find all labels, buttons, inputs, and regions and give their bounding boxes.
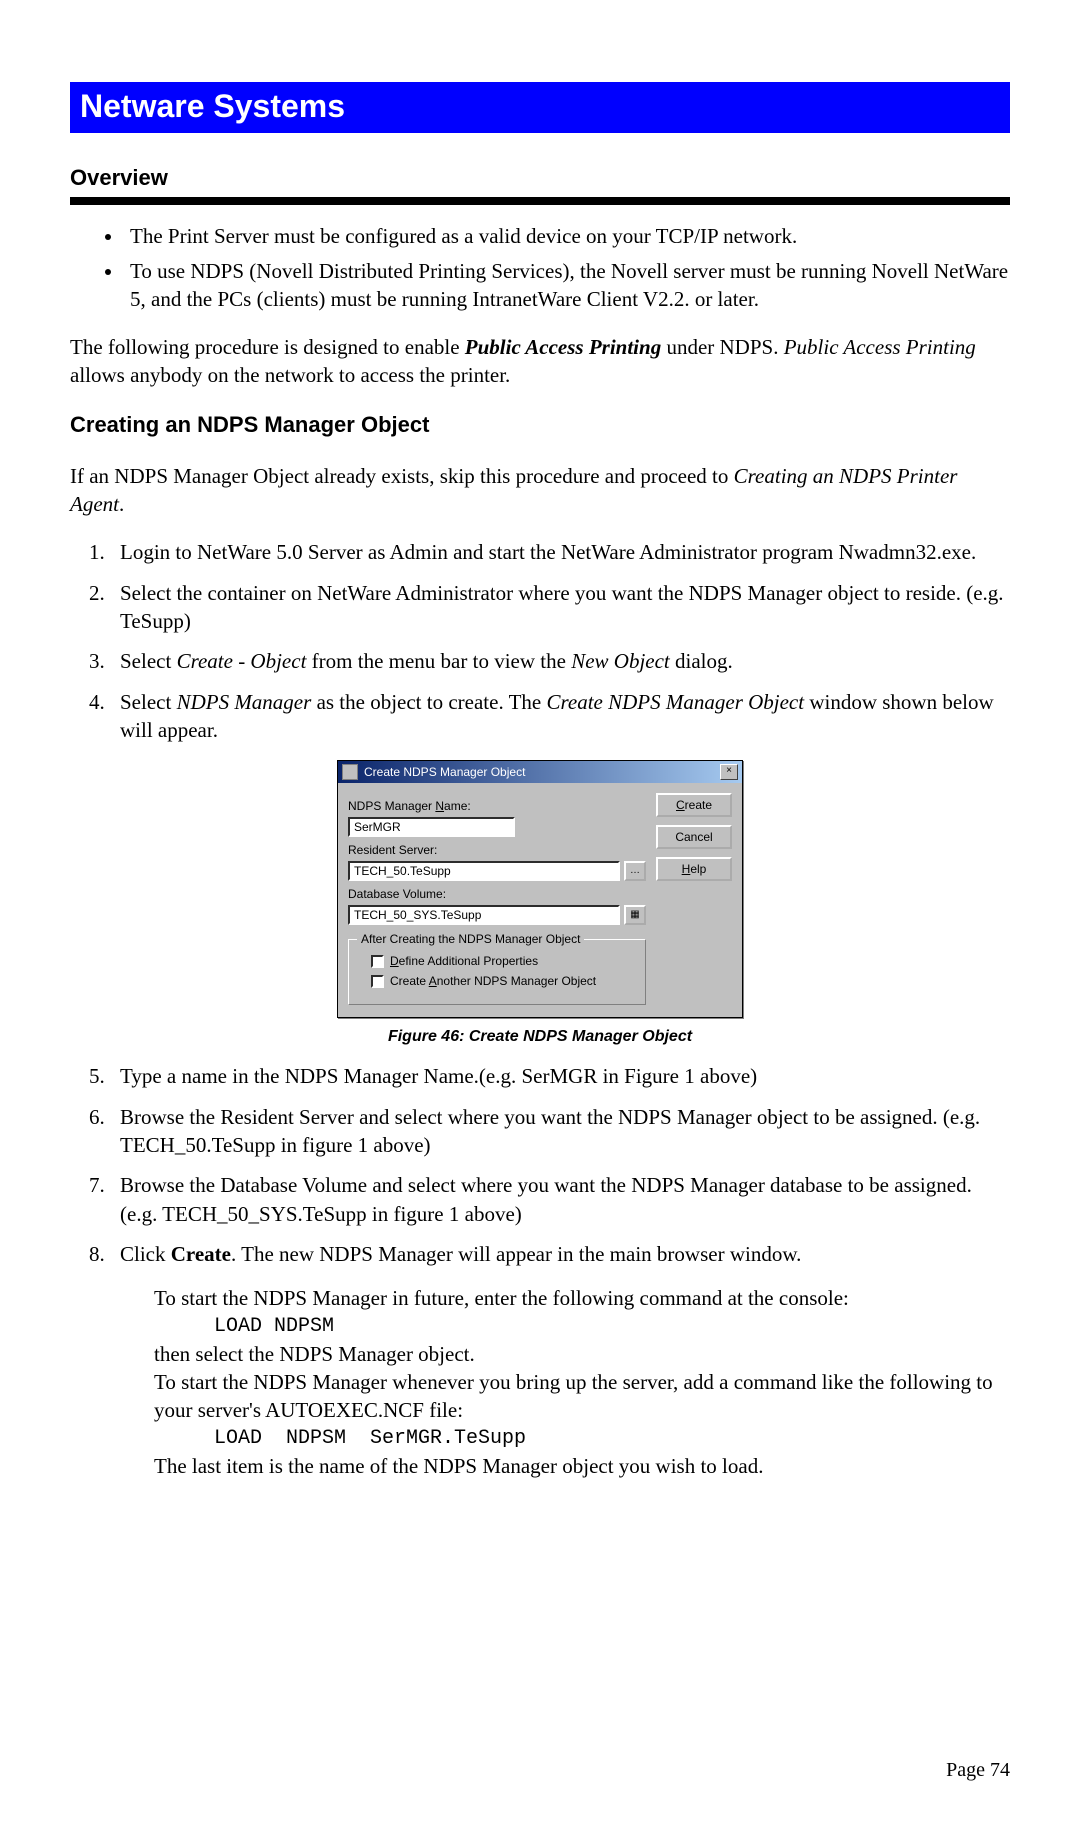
text-line: To start the NDPS Manager whenever you b… — [154, 1368, 1010, 1425]
titlebar-left: Create NDPS Manager Object — [342, 764, 525, 780]
label-manager-name: NDPS Manager Name: — [348, 799, 646, 813]
browse-server-button[interactable]: … — [624, 861, 646, 881]
cancel-button[interactable]: Cancel — [656, 825, 732, 849]
after-creation-groupbox: Define Additional Properties Create Anot… — [348, 939, 646, 1005]
emphasis-text: Create - Object — [177, 649, 307, 673]
emphasis-text: Public Access Printing — [465, 335, 661, 359]
app-icon — [342, 764, 358, 780]
section-banner: Netware Systems — [70, 82, 1010, 133]
step-item: Browse the Database Volume and select wh… — [110, 1171, 1010, 1228]
resident-server-input[interactable] — [348, 861, 620, 881]
dialog-titlebar[interactable]: Create NDPS Manager Object × — [338, 761, 742, 783]
overview-paragraph: The following procedure is designed to e… — [70, 333, 1010, 390]
subsection-heading: Creating an NDPS Manager Object — [70, 412, 1010, 438]
text-fragment: Select — [120, 649, 177, 673]
text-fragment: under NDPS. — [661, 335, 784, 359]
text-fragment: reate — [685, 798, 712, 812]
procedure-steps-continued: Type a name in the NDPS Manager Name.(e.… — [70, 1062, 1010, 1268]
text-line: The last item is the name of the NDPS Ma… — [154, 1452, 1010, 1480]
text-fragment: . The new NDPS Manager will appear in th… — [231, 1242, 801, 1266]
database-volume-input[interactable] — [348, 905, 620, 925]
text-fragment: . — [119, 492, 124, 516]
accelerator-char: D — [390, 954, 399, 968]
step-item: Login to NetWare 5.0 Server as Admin and… — [110, 538, 1010, 566]
accelerator-char: A — [429, 974, 437, 988]
step-item: Click Create. The new NDPS Manager will … — [110, 1240, 1010, 1268]
text-fragment: nother NDPS Manager Object — [437, 974, 596, 988]
console-command: LOAD NDPSM SerMGR.TeSupp — [214, 1425, 1010, 1452]
emphasis-text: Create NDPS Manager Object — [547, 690, 805, 714]
text-line: then select the NDPS Manager object. — [154, 1340, 1010, 1368]
text-fragment: ame: — [444, 799, 471, 813]
label-resident-server: Resident Server: — [348, 843, 646, 857]
step-item: Type a name in the NDPS Manager Name.(e.… — [110, 1062, 1010, 1090]
bold-text: Create — [171, 1242, 231, 1266]
dialog-body: NDPS Manager Name: Resident Server: … Da… — [338, 783, 742, 1017]
text-fragment: as the object to create. The — [311, 690, 546, 714]
console-command: LOAD NDPSM — [214, 1313, 1010, 1340]
text-fragment: from the menu bar to view the — [306, 649, 571, 673]
overview-heading: Overview — [70, 165, 1010, 191]
text-fragment: If an NDPS Manager Object already exists… — [70, 464, 734, 488]
create-another-checkbox-row[interactable]: Create Another NDPS Manager Object — [371, 974, 635, 988]
dialog-title: Create NDPS Manager Object — [362, 765, 525, 779]
create-button[interactable]: Create — [656, 793, 732, 817]
step-item: Select Create - Object from the menu bar… — [110, 647, 1010, 675]
checkbox-icon[interactable] — [371, 975, 384, 988]
text-fragment: efine Additional Properties — [399, 954, 538, 968]
post-steps-block: To start the NDPS Manager in future, ent… — [154, 1284, 1010, 1480]
text-fragment: Click — [120, 1242, 171, 1266]
page-number: Page 74 — [946, 1759, 1010, 1782]
list-item: The Print Server must be configured as a… — [124, 223, 1010, 250]
text-fragment: Create — [390, 974, 429, 988]
manager-name-input[interactable] — [348, 817, 515, 837]
text-line: To start the NDPS Manager in future, ent… — [154, 1284, 1010, 1312]
label-database-volume: Database Volume: — [348, 887, 646, 901]
text-fragment: Select — [120, 690, 177, 714]
heading-rule — [70, 197, 1010, 205]
procedure-steps: Login to NetWare 5.0 Server as Admin and… — [70, 538, 1010, 744]
text-fragment: The following procedure is designed to e… — [70, 335, 465, 359]
text-fragment: dialog. — [670, 649, 733, 673]
dialog-left-column: NDPS Manager Name: Resident Server: … Da… — [348, 793, 646, 1005]
server-row: … — [348, 861, 646, 881]
emphasis-text: NDPS Manager — [177, 690, 312, 714]
accelerator-char: C — [676, 798, 685, 812]
list-item: To use NDPS (Novell Distributed Printing… — [124, 258, 1010, 313]
text-fragment: NDPS Manager — [348, 799, 435, 813]
emphasis-text: New Object — [571, 649, 670, 673]
overview-bullet-list: The Print Server must be configured as a… — [70, 223, 1010, 313]
step-item: Browse the Resident Server and select wh… — [110, 1103, 1010, 1160]
help-button[interactable]: Help — [656, 857, 732, 881]
dialog-right-column: Create Cancel Help — [656, 793, 732, 1005]
step-item: Select NDPS Manager as the object to cre… — [110, 688, 1010, 745]
step-item: Select the container on NetWare Administ… — [110, 579, 1010, 636]
text-fragment: elp — [690, 862, 706, 876]
document-page: Netware Systems Overview The Print Serve… — [0, 0, 1080, 1822]
dialog-create-ndps-manager: Create NDPS Manager Object × NDPS Manage… — [337, 760, 743, 1018]
emphasis-text: Public Access Printing — [784, 335, 976, 359]
figure-wrapper: Create NDPS Manager Object × NDPS Manage… — [70, 760, 1010, 1018]
checkbox-label: Define Additional Properties — [390, 954, 538, 968]
intro-paragraph: If an NDPS Manager Object already exists… — [70, 462, 1010, 519]
checkbox-label: Create Another NDPS Manager Object — [390, 974, 596, 988]
volume-row: ▦ — [348, 905, 646, 925]
checkbox-icon[interactable] — [371, 955, 384, 968]
close-button[interactable]: × — [720, 764, 738, 780]
accelerator-char: N — [435, 799, 444, 813]
text-fragment: allows anybody on the network to access … — [70, 363, 510, 387]
figure-caption: Figure 46: Create NDPS Manager Object — [70, 1028, 1010, 1046]
browse-volume-button[interactable]: ▦ — [624, 905, 646, 925]
define-properties-checkbox-row[interactable]: Define Additional Properties — [371, 954, 635, 968]
